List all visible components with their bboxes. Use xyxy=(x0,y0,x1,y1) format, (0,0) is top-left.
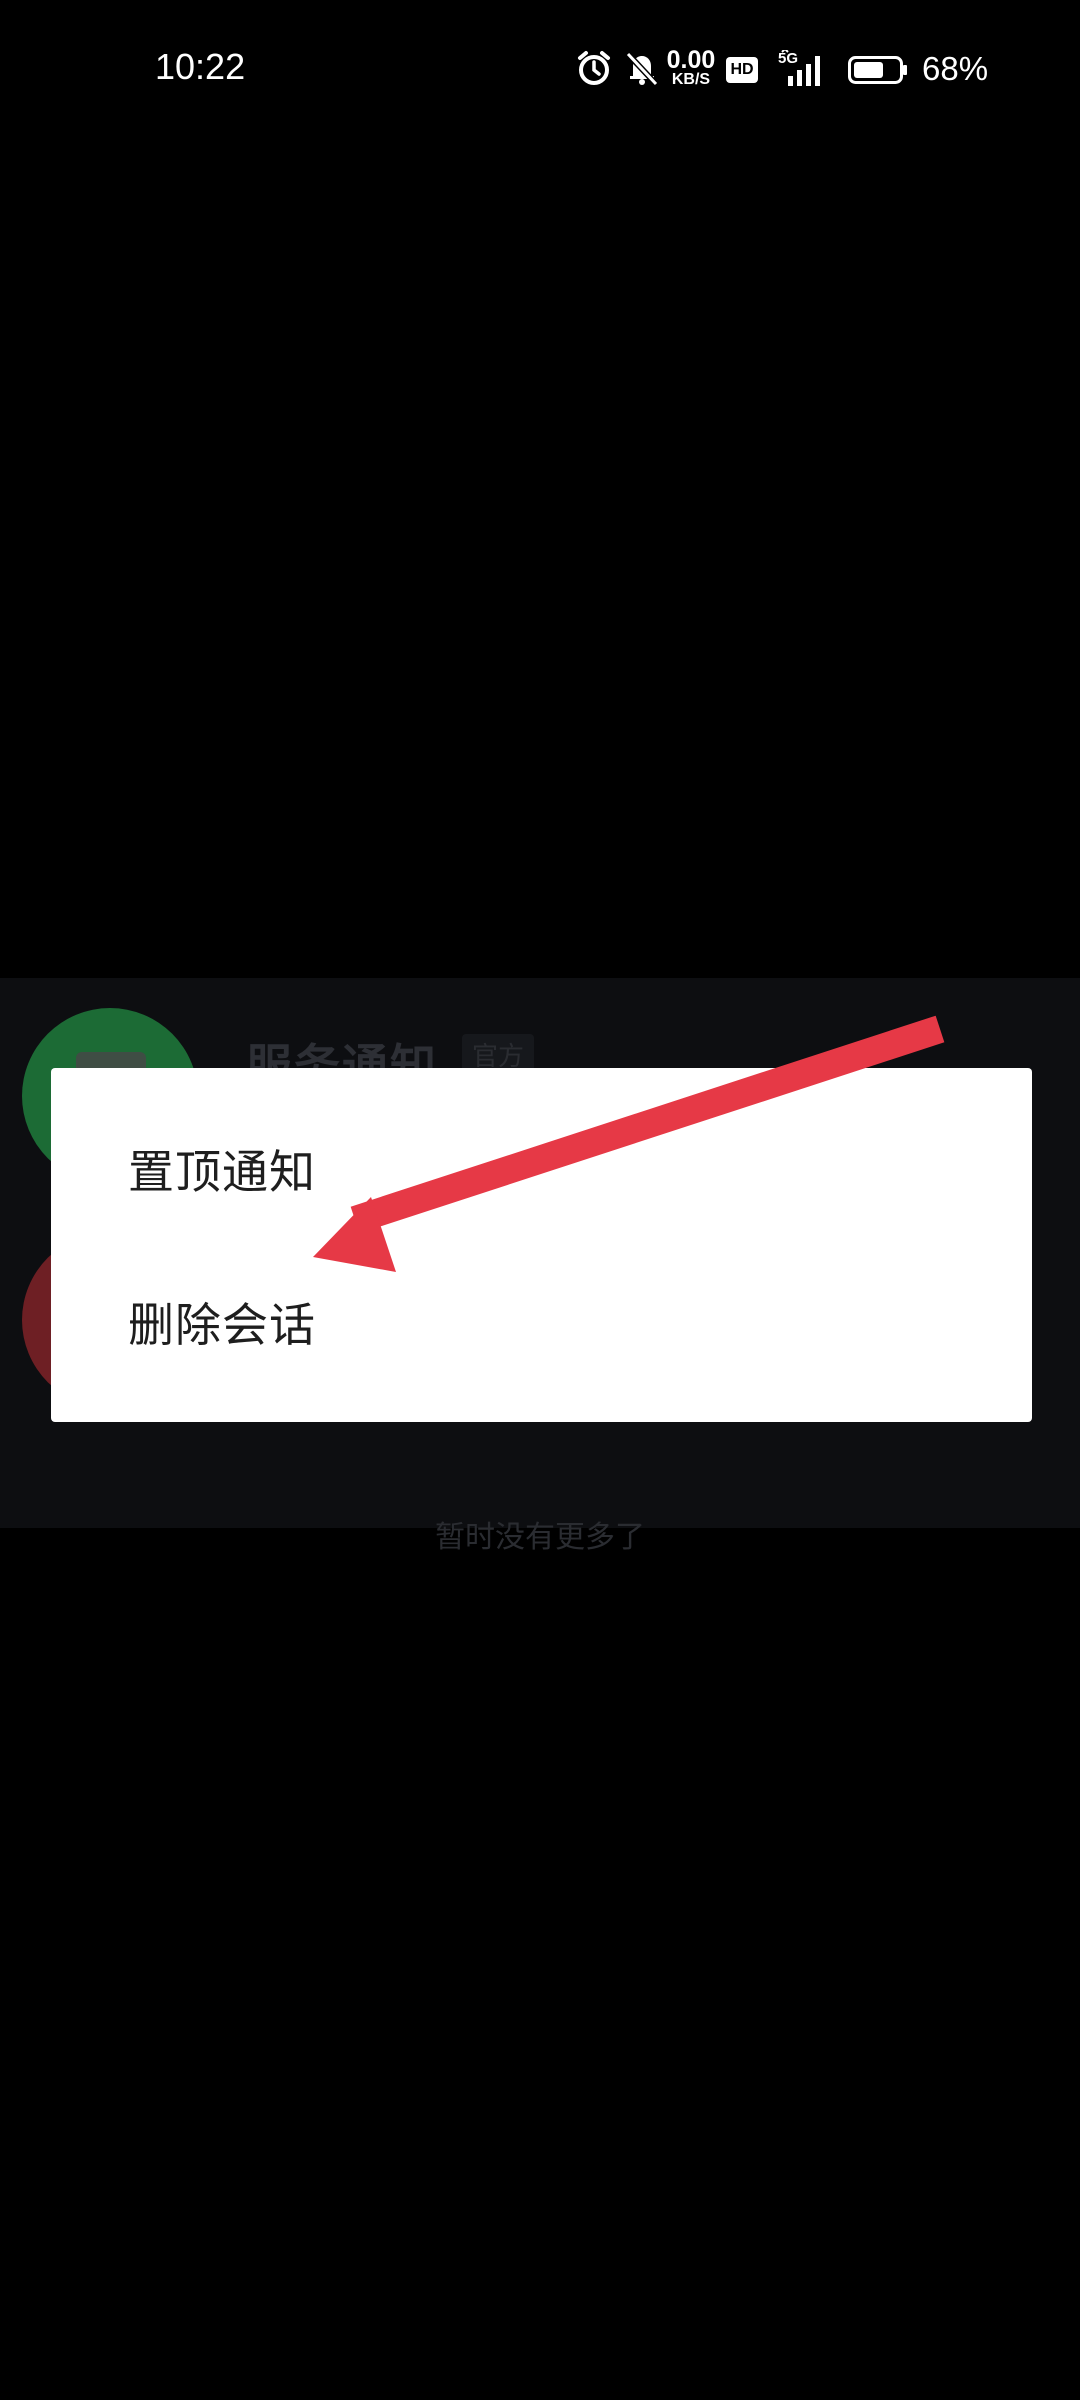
annotation-arrow-icon xyxy=(313,1015,945,1272)
